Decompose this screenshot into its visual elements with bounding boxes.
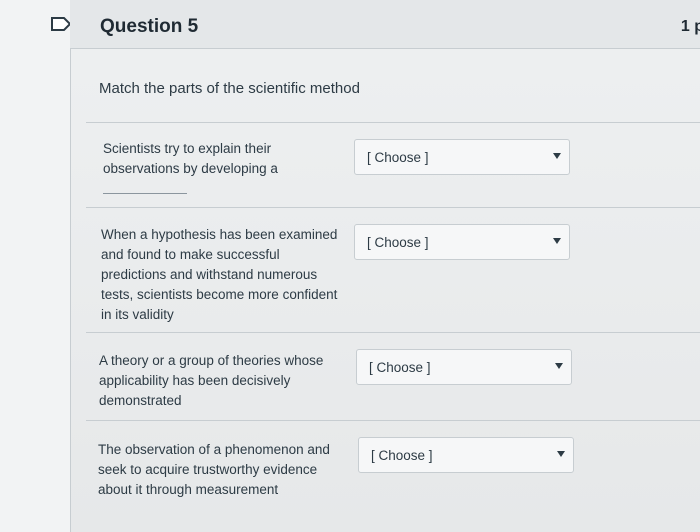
match-item-4-select[interactable]: [ Choose ] (358, 437, 574, 473)
flag-question-icon[interactable] (50, 16, 72, 32)
question-points: 1 p (680, 18, 700, 35)
match-item-4-line-1: The observation of a phenomenon and (98, 442, 330, 457)
match-item-3-line-1: A theory or a group of theories whose (99, 353, 324, 368)
match-item-1-select[interactable]: [ Choose ] (354, 139, 570, 175)
match-item-3-text: A theory or a group of theories whose ap… (99, 351, 323, 411)
chevron-down-icon (555, 363, 563, 369)
question-prompt: Match the parts of the scientific method (99, 80, 360, 97)
match-item-2-line-2: and found to make successful (101, 247, 280, 262)
match-item-2-select[interactable]: [ Choose ] (354, 224, 570, 260)
quiz-screen: Question 5 1 p Match the parts of the sc… (0, 0, 700, 532)
match-item-1-text: Scientists try to explain their observat… (103, 139, 278, 179)
divider (86, 207, 700, 208)
match-item-4-text: The observation of a phenomenon and seek… (98, 440, 330, 500)
match-item-2-line-3: predictions and withstand numerous (101, 267, 318, 282)
match-item-1-line-2: observations by developing a (103, 161, 278, 176)
question-header: Question 5 1 p (70, 0, 700, 49)
match-item-1-line-1: Scientists try to explain their (103, 141, 272, 156)
select-label: [ Choose ] (367, 150, 429, 165)
chevron-down-icon (557, 451, 565, 457)
question-gutter (0, 0, 71, 532)
select-label: [ Choose ] (371, 448, 433, 463)
divider (86, 332, 700, 333)
match-item-4-line-2: seek to acquire trustworthy evidence (98, 462, 318, 477)
match-item-2-line-4: tests, scientists become more confident (101, 287, 338, 302)
chevron-down-icon (553, 153, 561, 159)
select-label: [ Choose ] (369, 360, 431, 375)
match-item-3-line-3: demonstrated (99, 393, 182, 408)
blank-line (103, 193, 187, 194)
question-title: Question 5 (100, 16, 199, 37)
divider (86, 122, 700, 123)
match-item-2-text: When a hypothesis has been examined and … (101, 225, 337, 325)
match-item-3-select[interactable]: [ Choose ] (356, 349, 572, 385)
match-item-2-line-1: When a hypothesis has been examined (101, 227, 338, 242)
match-item-2-line-5: in its validity (101, 307, 174, 322)
divider (86, 420, 700, 421)
match-item-4-line-3: about it through measurement (98, 482, 279, 497)
select-label: [ Choose ] (367, 235, 429, 250)
chevron-down-icon (553, 238, 561, 244)
match-item-3-line-2: applicability has been decisively (99, 373, 291, 388)
